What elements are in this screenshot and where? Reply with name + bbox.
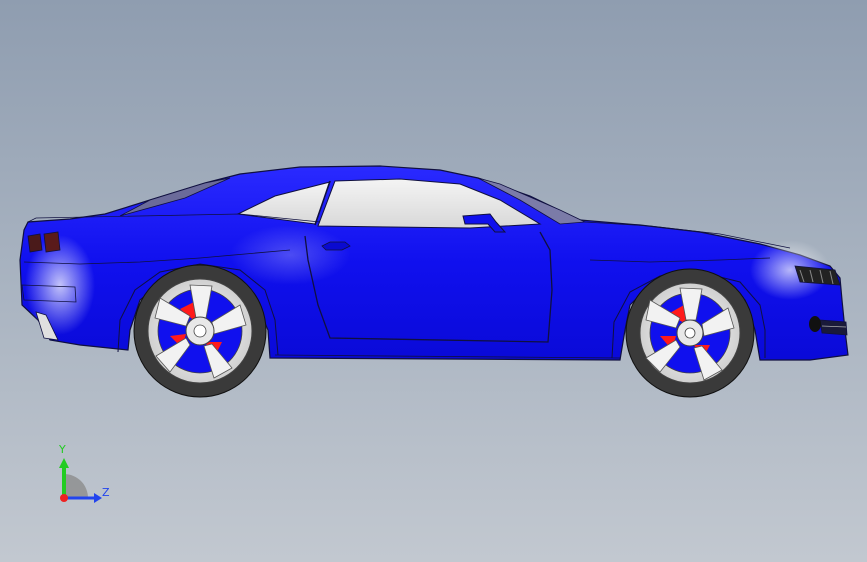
graphics-viewport[interactable]: Y Z	[0, 0, 867, 562]
z-axis-label: Z	[102, 486, 110, 499]
y-axis-label: Y	[59, 443, 66, 456]
view-orientation-triad: Y Z	[40, 438, 130, 518]
front-wheel	[625, 268, 755, 398]
car-model[interactable]	[0, 0, 867, 562]
triad-axes-icon	[59, 458, 102, 503]
rear-wheel	[133, 264, 267, 398]
